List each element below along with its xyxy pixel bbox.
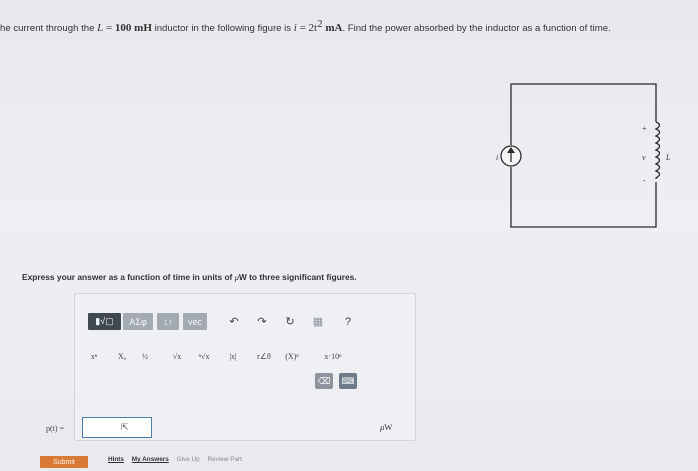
keyboard-toggle-icon[interactable]: ⌨ bbox=[339, 373, 357, 389]
answer-input[interactable]: ⇱ bbox=[82, 417, 152, 438]
circuit-figure: i + v L - bbox=[496, 83, 670, 228]
help-icon[interactable]: ? bbox=[341, 313, 355, 330]
instruction-unit-w: W bbox=[238, 272, 247, 282]
current-label: i bbox=[496, 153, 498, 162]
inductor-label: L bbox=[665, 153, 670, 162]
L-value: 100 mH bbox=[114, 22, 152, 35]
paren-power-button[interactable]: (X)ⁿ bbox=[279, 348, 305, 364]
voltage-label: v bbox=[642, 153, 646, 162]
hints-link[interactable]: Hints bbox=[108, 456, 124, 463]
question-suffix: . Find the power absorbed by the inducto… bbox=[342, 23, 611, 35]
i-unit: mA bbox=[322, 22, 343, 35]
instruction-before: Express your answer as a function of tim… bbox=[22, 272, 235, 282]
greek-button[interactable]: ΑΣφ bbox=[123, 313, 153, 330]
equals-2: = bbox=[296, 22, 309, 35]
nthroot-button[interactable]: ⁿ√x bbox=[193, 348, 215, 364]
undo-icon[interactable]: ↶ bbox=[227, 313, 241, 330]
power-button[interactable]: xⁿ bbox=[83, 348, 105, 364]
circuit-wire-bottom bbox=[510, 167, 657, 228]
delete-icon[interactable]: ⌫ bbox=[315, 373, 333, 389]
abs-button[interactable]: |x| bbox=[223, 348, 243, 364]
arrows-button[interactable]: ↕↑ bbox=[157, 313, 179, 330]
submit-button[interactable]: Submit bbox=[40, 456, 88, 468]
give-up-link[interactable]: Give Up bbox=[177, 456, 200, 463]
reset-icon[interactable]: ↻ bbox=[283, 313, 297, 330]
mouse-cursor-icon: ⇱ bbox=[121, 422, 129, 432]
question-prefix: he current through the bbox=[0, 23, 98, 35]
i-coef: 2t bbox=[308, 22, 318, 35]
redo-icon[interactable]: ↷ bbox=[255, 313, 269, 330]
subscript-button[interactable]: Xₐ bbox=[111, 348, 133, 364]
templates-button[interactable]: ▮√▢ bbox=[88, 313, 121, 330]
sqrt-button[interactable]: √x bbox=[167, 348, 187, 364]
equals-1: = bbox=[103, 22, 115, 35]
minus-label: - bbox=[643, 176, 646, 185]
polar-button[interactable]: r∠θ bbox=[251, 348, 277, 364]
answer-unit-w: W bbox=[384, 422, 393, 432]
fraction-button[interactable]: ½ bbox=[137, 348, 153, 364]
answer-unit: μW bbox=[380, 422, 392, 432]
question-mid: inductor in the following figure is bbox=[151, 23, 294, 35]
review-part-link[interactable]: Review Part bbox=[207, 456, 241, 463]
circuit-wire bbox=[510, 83, 657, 145]
my-answers-link[interactable]: My Answers bbox=[132, 456, 169, 463]
answer-label: p(t) = bbox=[46, 424, 65, 433]
action-links: Hints My Answers Give Up Review Part bbox=[108, 456, 248, 463]
inductor-coil bbox=[654, 121, 661, 179]
plus-label: + bbox=[642, 124, 647, 133]
keyboard-icon[interactable]: ▦ bbox=[311, 313, 325, 330]
instruction-after: to three significant figures. bbox=[246, 272, 357, 282]
vec-button[interactable]: vec bbox=[183, 313, 207, 330]
question-text: he current through the L = 100 mH induct… bbox=[0, 18, 698, 34]
instruction-text: Express your answer as a function of tim… bbox=[22, 272, 357, 282]
sci-notation-button[interactable]: x·10ⁿ bbox=[315, 348, 351, 364]
